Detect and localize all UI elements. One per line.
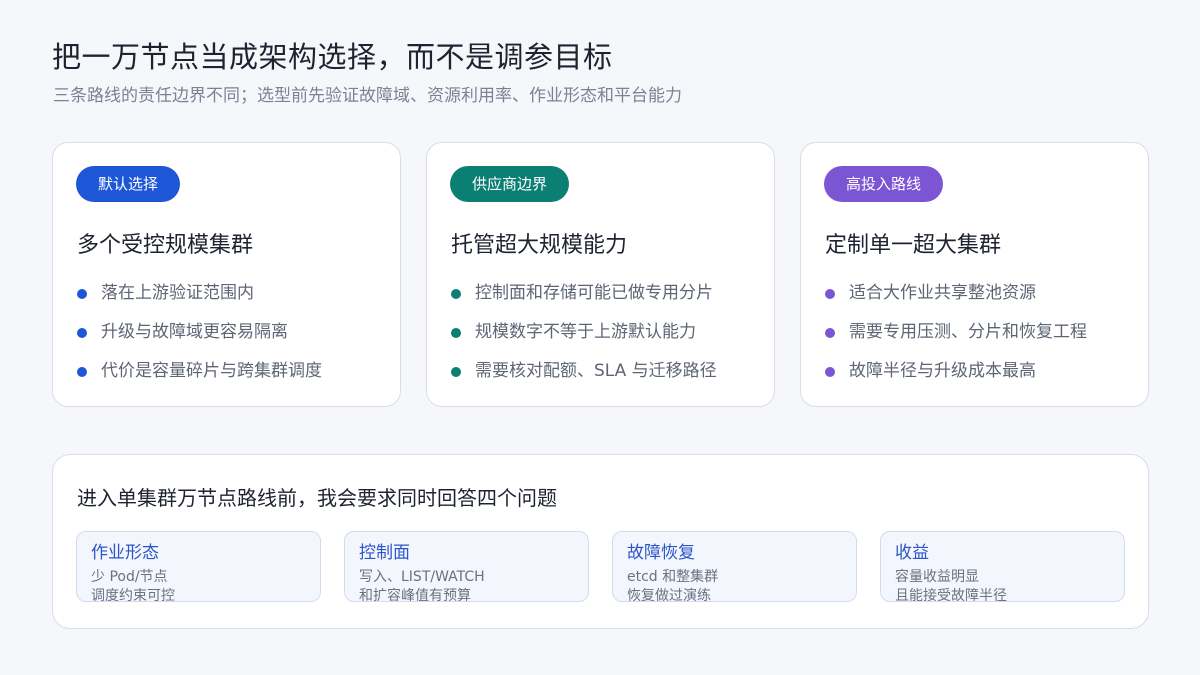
- bullet-dot-icon: [77, 288, 87, 299]
- route-title: 多个受控规模集群: [77, 233, 254, 258]
- bullet-item: 代价是容量碎片与跨集群调度: [77, 349, 322, 388]
- question-title: 收益: [895, 543, 929, 563]
- bullet-text: 需要核对配额、SLA 与迁移路径: [475, 361, 717, 381]
- bullet-dot-icon: [77, 327, 87, 338]
- route-card-custom: 高投入路线 定制单一超大集群 适合大作业共享整池资源 需要专用压测、分片和恢复工…: [800, 142, 1149, 407]
- question-line: 恢复做过演练: [627, 588, 711, 602]
- bullet-text: 升级与故障域更容易隔离: [101, 322, 288, 342]
- bullet-item: 升级与故障域更容易隔离: [77, 310, 322, 349]
- question-line: 和扩容峰值有预算: [359, 588, 471, 602]
- bullet-dot-icon: [77, 366, 87, 377]
- question-line: 调度约束可控: [91, 588, 175, 602]
- bullet-text: 需要专用压测、分片和恢复工程: [849, 322, 1087, 342]
- bullet-dot-icon: [825, 366, 835, 377]
- route-bullets: 适合大作业共享整池资源 需要专用压测、分片和恢复工程 故障半径与升级成本最高: [825, 271, 1087, 388]
- bullet-text: 控制面和存储可能已做专用分片: [475, 283, 713, 303]
- bullet-item: 需要专用压测、分片和恢复工程: [825, 310, 1087, 349]
- question-card-benefit: 收益 容量收益明显 且能接受故障半径: [880, 531, 1125, 602]
- question-line: etcd 和整集群: [627, 569, 719, 585]
- bullet-item: 规模数字不等于上游默认能力: [451, 310, 717, 349]
- page-subtitle: 三条路线的责任边界不同；选型前先验证故障域、资源利用率、作业形态和平台能力: [53, 86, 682, 106]
- bullet-text: 故障半径与升级成本最高: [849, 361, 1036, 381]
- route-card-managed: 供应商边界 托管超大规模能力 控制面和存储可能已做专用分片 规模数字不等于上游默…: [426, 142, 775, 407]
- route-title: 托管超大规模能力: [451, 233, 628, 258]
- bullet-item: 适合大作业共享整池资源: [825, 271, 1087, 310]
- route-badge: 默认选择: [76, 166, 181, 202]
- questions-panel: 进入单集群万节点路线前，我会要求同时回答四个问题 作业形态 少 Pod/节点 调…: [52, 454, 1149, 629]
- question-card-workload: 作业形态 少 Pod/节点 调度约束可控: [76, 531, 321, 602]
- bullet-text: 代价是容量碎片与跨集群调度: [101, 361, 322, 381]
- bullet-dot-icon: [451, 366, 461, 377]
- panel-title: 进入单集群万节点路线前，我会要求同时回答四个问题: [77, 486, 557, 510]
- bullet-text: 落在上游验证范围内: [101, 283, 254, 303]
- question-line: 写入、LIST/WATCH: [359, 569, 485, 585]
- question-card-recovery: 故障恢复 etcd 和整集群 恢复做过演练: [612, 531, 857, 602]
- route-title: 定制单一超大集群: [825, 233, 1002, 258]
- route-badge: 供应商边界: [450, 166, 570, 202]
- route-cards: 默认选择 多个受控规模集群 落在上游验证范围内 升级与故障域更容易隔离 代价是容…: [52, 142, 1149, 407]
- bullet-item: 落在上游验证范围内: [77, 271, 322, 310]
- bullet-dot-icon: [825, 288, 835, 299]
- question-title: 控制面: [359, 543, 410, 563]
- question-line: 少 Pod/节点: [91, 569, 168, 585]
- question-line: 容量收益明显: [895, 569, 979, 585]
- bullet-text: 规模数字不等于上游默认能力: [475, 322, 696, 342]
- route-bullets: 落在上游验证范围内 升级与故障域更容易隔离 代价是容量碎片与跨集群调度: [77, 271, 322, 388]
- bullet-item: 控制面和存储可能已做专用分片: [451, 271, 717, 310]
- route-badge: 高投入路线: [824, 166, 944, 202]
- bullet-item: 故障半径与升级成本最高: [825, 349, 1087, 388]
- question-line: 且能接受故障半径: [895, 588, 1007, 602]
- bullet-dot-icon: [451, 327, 461, 338]
- question-card-control-plane: 控制面 写入、LIST/WATCH 和扩容峰值有预算: [344, 531, 589, 602]
- bullet-item: 需要核对配额、SLA 与迁移路径: [451, 349, 717, 388]
- bullet-text: 适合大作业共享整池资源: [849, 283, 1036, 303]
- question-title: 作业形态: [91, 543, 159, 563]
- page-title: 把一万节点当成架构选择，而不是调参目标: [52, 40, 613, 74]
- bullet-dot-icon: [825, 327, 835, 338]
- route-card-default: 默认选择 多个受控规模集群 落在上游验证范围内 升级与故障域更容易隔离 代价是容…: [52, 142, 401, 407]
- question-title: 故障恢复: [627, 543, 695, 563]
- route-bullets: 控制面和存储可能已做专用分片 规模数字不等于上游默认能力 需要核对配额、SLA …: [451, 271, 717, 388]
- bullet-dot-icon: [451, 288, 461, 299]
